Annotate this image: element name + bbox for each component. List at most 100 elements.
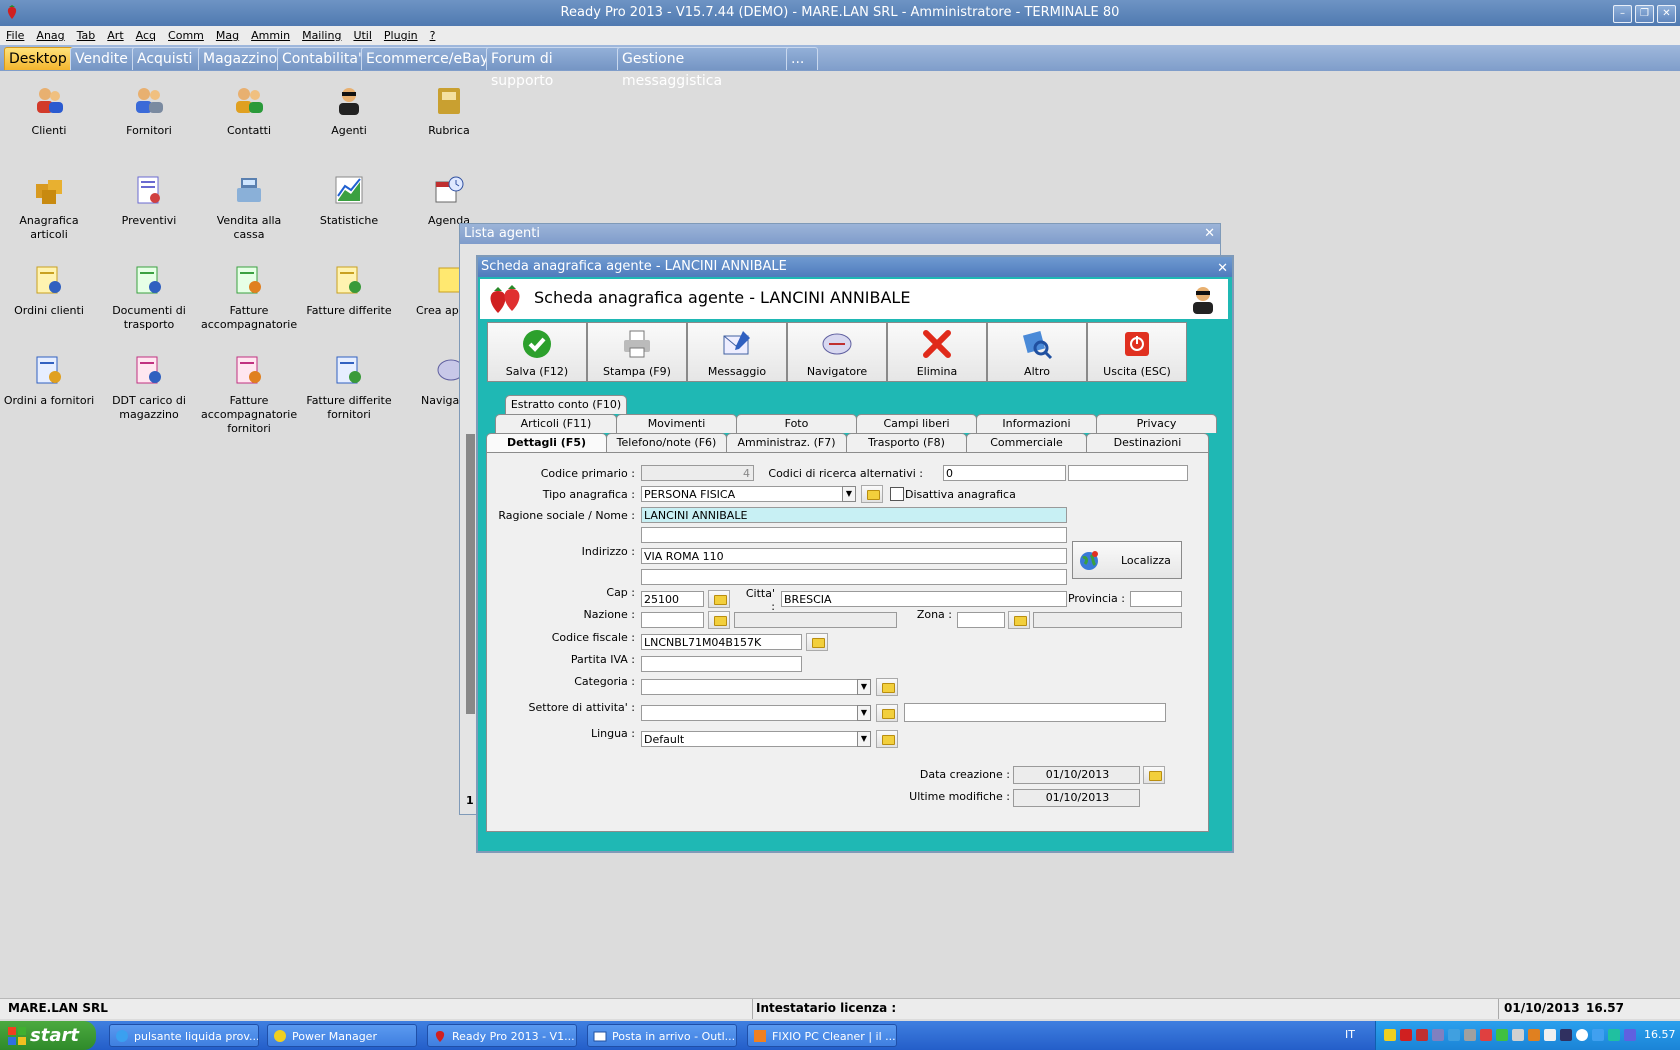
language-indicator[interactable]: IT xyxy=(1345,1028,1355,1041)
task-ready-pro[interactable]: Ready Pro 2013 - V1... xyxy=(427,1024,577,1047)
folder-icon[interactable] xyxy=(1008,611,1030,629)
folder-icon[interactable] xyxy=(708,611,730,629)
indirizzo-field[interactable]: VIA ROMA 110 xyxy=(641,548,1067,564)
tab-destinazioni[interactable]: Destinazioni xyxy=(1086,433,1209,452)
folder-icon[interactable] xyxy=(876,730,898,748)
desktop-icon-ordini-clienti[interactable]: Ordini clienti xyxy=(1,264,97,318)
ragione-sociale-field[interactable]: LANCINI ANNIBALE xyxy=(641,507,1067,523)
calendar-icon[interactable] xyxy=(1143,766,1165,784)
menu-util[interactable]: Util xyxy=(347,26,377,42)
close-icon[interactable]: ✕ xyxy=(1217,259,1228,279)
tab-telefono-note[interactable]: Telefono/note (F6) xyxy=(606,433,727,452)
app-tray-icon[interactable] xyxy=(1512,1029,1524,1041)
desktop-icon-clienti[interactable]: Clienti xyxy=(1,84,97,138)
tab-movimenti[interactable]: Movimenti xyxy=(616,414,737,433)
pdf-icon[interactable] xyxy=(1400,1029,1412,1041)
app-tray-icon[interactable] xyxy=(1496,1029,1508,1041)
task-outlook[interactable]: Posta in arrivo - Outl... xyxy=(587,1024,737,1047)
tab-messaggistica[interactable]: Gestione messaggistica xyxy=(617,47,792,89)
desktop-icon-documenti-trasporto[interactable]: Documenti di trasporto xyxy=(101,264,197,332)
localizza-button[interactable]: Localizza xyxy=(1072,541,1182,579)
desktop-icon-agenti[interactable]: Agenti xyxy=(301,84,397,138)
menu-anag[interactable]: Anag xyxy=(30,26,70,42)
desktop-icon-fornitori[interactable]: Fornitori xyxy=(101,84,197,138)
nazione-field[interactable] xyxy=(641,612,704,628)
desktop-icon-contatti[interactable]: Contatti xyxy=(201,84,297,138)
chevron-down-icon[interactable]: ▼ xyxy=(857,731,871,747)
folder-icon[interactable] xyxy=(861,485,883,503)
tab-contabilita[interactable]: Contabilita' xyxy=(277,47,366,70)
menu-mag[interactable]: Mag xyxy=(210,26,245,42)
speaker-icon[interactable] xyxy=(1608,1029,1620,1041)
menu-tab[interactable]: Tab xyxy=(71,26,102,42)
categoria-select[interactable] xyxy=(641,679,871,695)
app-tray-icon[interactable] xyxy=(1592,1029,1604,1041)
codici-alternativi-field-2[interactable] xyxy=(1068,465,1188,481)
app-tray-icon[interactable] xyxy=(1528,1029,1540,1041)
tab-acquisti[interactable]: Acquisti xyxy=(132,47,204,70)
tab-commerciale[interactable]: Commerciale xyxy=(966,433,1087,452)
tab-dettagli[interactable]: Dettagli (F5) xyxy=(486,433,607,452)
menu-help[interactable]: ? xyxy=(424,26,442,42)
tab-magazzino[interactable]: Magazzino xyxy=(198,47,282,70)
tipo-anagrafica-select[interactable]: PERSONA FISICA xyxy=(641,486,856,502)
indirizzo-field-2[interactable] xyxy=(641,569,1067,585)
altro-button[interactable]: Altro xyxy=(987,322,1087,382)
desktop-icon-ddt-carico[interactable]: DDT carico di magazzino xyxy=(101,354,197,422)
app-tray-icon[interactable] xyxy=(1464,1029,1476,1041)
tab-trasporto[interactable]: Trasporto (F8) xyxy=(846,433,967,452)
desktop-icon-fatture-acc-fornitori[interactable]: Fatture accompagnatorie fornitori xyxy=(201,354,297,436)
lista-scrollbar[interactable] xyxy=(466,434,475,714)
folder-icon[interactable] xyxy=(806,633,828,651)
tab-estratto-conto[interactable]: Estratto conto (F10) xyxy=(505,395,627,414)
desktop-icon-fatture-accompagnatorie[interactable]: Fatture accompagnatorie xyxy=(201,264,297,332)
network-icon[interactable] xyxy=(1432,1029,1444,1041)
disattiva-checkbox[interactable] xyxy=(890,487,904,501)
partita-iva-field[interactable] xyxy=(641,656,802,672)
codici-alternativi-field[interactable]: 0 xyxy=(943,465,1066,481)
uscita-button[interactable]: Uscita (ESC) xyxy=(1087,322,1187,382)
app-tray-icon[interactable] xyxy=(1416,1029,1428,1041)
stampa-button[interactable]: Stampa (F9) xyxy=(587,322,687,382)
tab-foto[interactable]: Foto xyxy=(736,414,857,433)
clock-tray-icon[interactable] xyxy=(1576,1029,1588,1041)
settore-description-field[interactable] xyxy=(904,703,1166,722)
restore-button[interactable]: ❐ xyxy=(1635,5,1654,23)
tab-vendite[interactable]: Vendite xyxy=(70,47,137,70)
menu-art[interactable]: Art xyxy=(101,26,129,42)
tab-informazioni[interactable]: Informazioni xyxy=(976,414,1097,433)
menu-comm[interactable]: Comm xyxy=(162,26,210,42)
tab-more[interactable]: ... xyxy=(786,47,818,70)
navigatore-button[interactable]: Navigatore xyxy=(787,322,887,382)
desktop-icon-fatture-differite[interactable]: Fatture differite xyxy=(301,264,397,318)
desktop-icon-agenda[interactable]: Agenda xyxy=(401,174,497,228)
messaggio-button[interactable]: Messaggio xyxy=(687,322,787,382)
task-ie[interactable]: pulsante liquida prov... xyxy=(109,1024,259,1047)
tab-campi-liberi[interactable]: Campi liberi xyxy=(856,414,977,433)
close-icon[interactable]: ✕ xyxy=(1204,224,1215,244)
minimize-button[interactable]: – xyxy=(1613,5,1632,23)
chevron-down-icon[interactable]: ▼ xyxy=(857,679,871,695)
desktop-icon-fatture-diff-fornitori[interactable]: Fatture differite fornitori xyxy=(301,354,397,422)
tab-ecommerce[interactable]: Ecommerce/eBay xyxy=(361,47,491,70)
app-tray-icon[interactable] xyxy=(1480,1029,1492,1041)
lingua-select[interactable]: Default xyxy=(641,731,871,747)
chevron-down-icon[interactable]: ▼ xyxy=(857,705,871,721)
cap-field[interactable]: 25100 xyxy=(641,591,704,607)
folder-icon[interactable] xyxy=(876,704,898,722)
menu-file[interactable]: File xyxy=(0,26,30,42)
task-fixio[interactable]: FIXIO PC Cleaner | il ... xyxy=(747,1024,897,1047)
tab-forum[interactable]: Forum di supporto xyxy=(486,47,622,89)
folder-icon[interactable] xyxy=(708,590,730,608)
app-tray-icon[interactable] xyxy=(1624,1029,1636,1041)
desktop-icon-rubrica[interactable]: Rubrica xyxy=(401,84,497,138)
tab-articoli[interactable]: Articoli (F11) xyxy=(495,414,617,433)
folder-icon[interactable] xyxy=(876,678,898,696)
elimina-button[interactable]: Elimina xyxy=(887,322,987,382)
start-button[interactable]: start xyxy=(0,1021,96,1050)
menu-acq[interactable]: Acq xyxy=(130,26,162,42)
salva-button[interactable]: Salva (F12) xyxy=(487,322,587,382)
app-tray-icon[interactable] xyxy=(1560,1029,1572,1041)
menu-plugin[interactable]: Plugin xyxy=(378,26,424,42)
ragione-sociale-field-2[interactable] xyxy=(641,527,1067,543)
